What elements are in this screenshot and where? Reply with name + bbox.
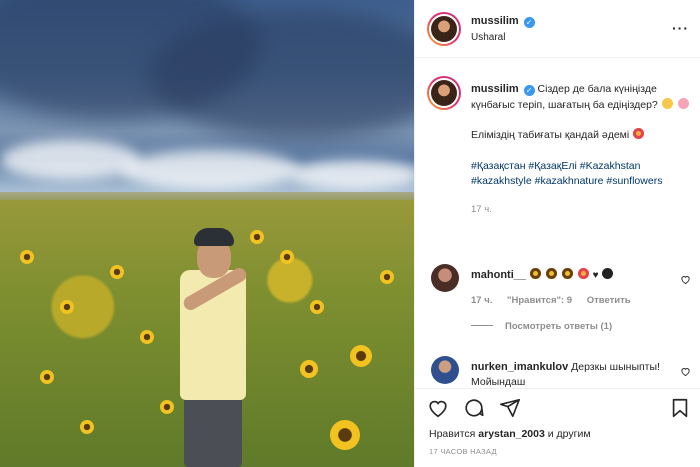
avatar-image <box>431 80 457 106</box>
avatar-image <box>431 16 457 42</box>
comment-reply-button[interactable]: Ответить <box>587 295 631 306</box>
sunflower-emoji-icon <box>545 268 557 279</box>
share-send-icon[interactable] <box>499 397 521 419</box>
post-actions: Нравится arystan_2003 и другим 17 ЧАСОВ … <box>415 388 700 467</box>
sunflower-emoji-icon <box>561 268 573 279</box>
sunflower <box>20 250 34 264</box>
author-avatar[interactable] <box>427 12 461 46</box>
comment-likes[interactable]: "Нравится": 9 <box>507 295 572 306</box>
sunflower <box>110 265 124 279</box>
like-comment-heart-icon[interactable] <box>680 366 691 377</box>
like-comment-heart-icon[interactable] <box>680 274 691 285</box>
likes-suffix[interactable]: и другим <box>548 428 591 440</box>
post-caption: mussilim ✓ Сіздер де бала күніңізде күнб… <box>471 82 691 217</box>
author-name-row: mussilim ✓ <box>471 15 535 28</box>
sunflower <box>350 345 372 367</box>
like-heart-icon[interactable] <box>427 397 449 419</box>
caption-time: 17 ч. <box>471 203 492 215</box>
verified-badge-icon: ✓ <box>523 17 535 28</box>
view-replies-button[interactable]: Посмотреть ответы (1) <box>471 321 612 332</box>
comment-body: nurken_imankulov Дерзкы шыныпты! Мойында… <box>471 360 671 388</box>
caption-author-avatar[interactable] <box>427 76 461 110</box>
sunflower <box>40 370 54 384</box>
more-horizontal-icon[interactable]: ··· <box>672 20 689 36</box>
kiss-emoji-icon <box>677 97 689 109</box>
sunflower <box>300 360 318 378</box>
comment-meta: 17 ч. "Нравится": 9 Ответить <box>471 295 643 306</box>
author-username[interactable]: mussilim <box>471 15 519 27</box>
sunflower-emoji-icon <box>529 268 541 279</box>
comment-username[interactable]: nurken_imankulov <box>471 361 568 373</box>
post-panel: mussilim ✓ Usharal ··· mussilim ✓ Сіздер… <box>414 0 700 467</box>
comment-username[interactable]: mahonti__ <box>471 269 526 281</box>
comment-body: mahonti__ ♥ <box>471 268 671 283</box>
sunflower <box>140 330 154 344</box>
sky-cloud <box>290 160 414 190</box>
likes-prefix: Нравится <box>429 428 476 440</box>
post-header: mussilim ✓ Usharal ··· <box>415 0 700 58</box>
view-replies-label: Посмотреть ответы (1) <box>505 321 613 332</box>
sunflower <box>330 420 360 450</box>
caption-username[interactable]: mussilim <box>471 83 519 95</box>
sunflower <box>60 300 74 314</box>
caption-text-line2: Еліміздің табиғаты қандай әдемі <box>471 129 630 141</box>
bookmark-icon[interactable] <box>669 397 691 419</box>
liked-by-username[interactable]: arystan_2003 <box>478 428 545 440</box>
post-photo[interactable] <box>0 0 414 467</box>
heart-eyes-emoji-icon <box>577 268 589 279</box>
comment-bubble-icon[interactable] <box>463 397 485 419</box>
sunflower <box>310 300 324 314</box>
heart-eyes-emoji-icon <box>633 128 645 139</box>
sunflower <box>380 270 394 284</box>
sunflower <box>160 400 174 414</box>
post-location[interactable]: Usharal <box>471 32 505 43</box>
sunflower <box>250 230 264 244</box>
person-cap <box>194 228 234 246</box>
sky-cloud <box>0 140 140 180</box>
sunflower <box>280 250 294 264</box>
sunflower <box>80 420 94 434</box>
comment-avatar[interactable] <box>431 356 459 384</box>
comment-time: 17 ч. <box>471 295 493 306</box>
likes-summary: Нравится arystan_2003 и другим <box>429 428 591 440</box>
verified-badge-icon: ✓ <box>523 85 535 96</box>
post-date: 17 ЧАСОВ НАЗАД <box>429 447 497 456</box>
sky-cloud <box>120 150 300 190</box>
comment-avatar[interactable] <box>431 264 459 292</box>
grin-emoji-icon <box>661 97 673 109</box>
caption-hashtags[interactable]: #Қазақстан #ҚазақЕлі #Kazakhstan #kazakh… <box>471 159 691 190</box>
comment-clip: nurken_imankulov Дерзкы шыныпты! Мойында… <box>415 352 700 388</box>
replies-line <box>471 325 493 326</box>
black-heart-emoji-icon: ♥ <box>592 270 599 281</box>
dark-emoji-icon <box>602 268 614 279</box>
